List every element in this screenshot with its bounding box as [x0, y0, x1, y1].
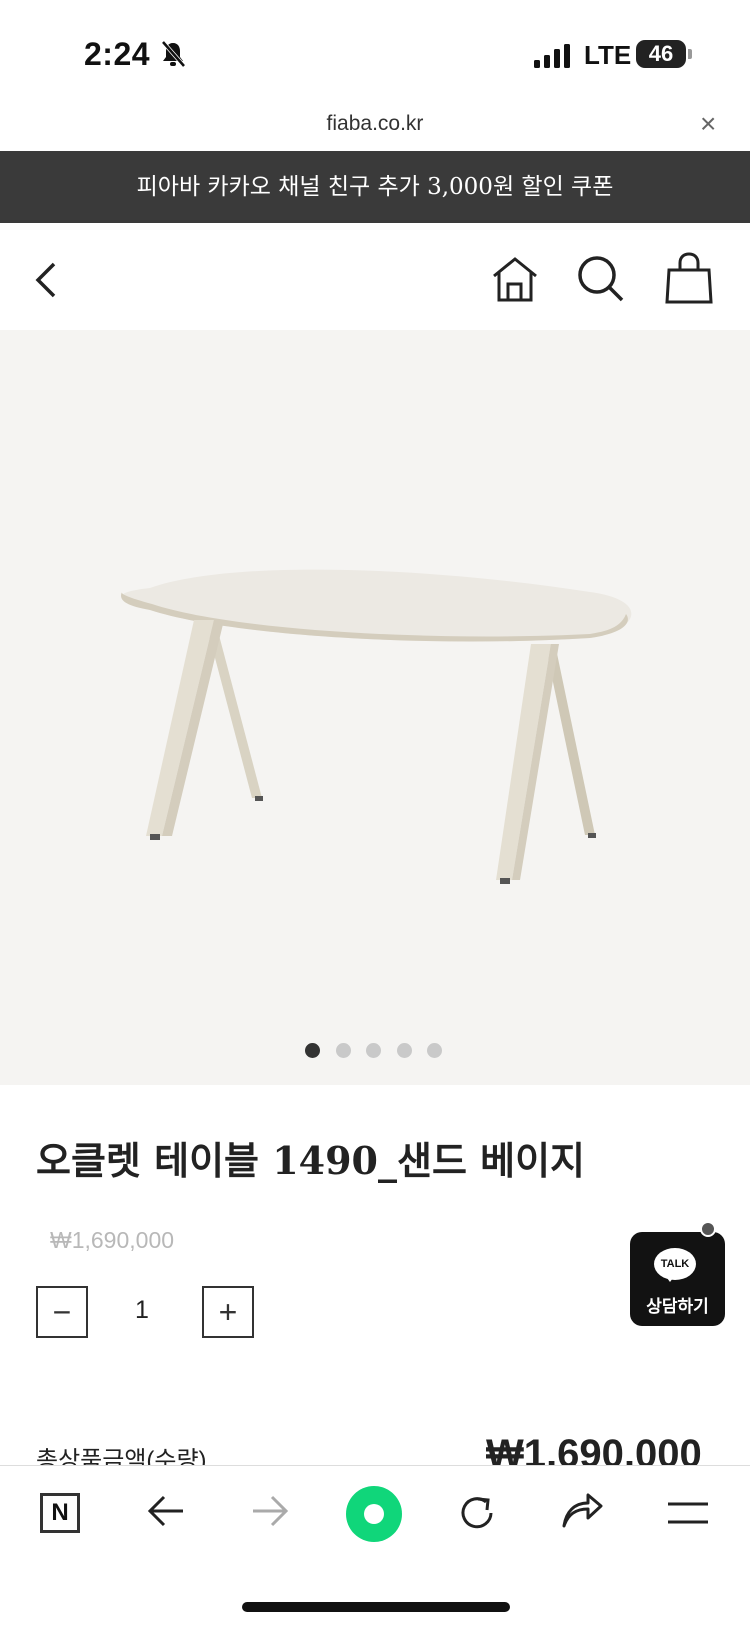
gallery-dot-5[interactable]: [427, 1043, 442, 1058]
close-icon[interactable]: ×: [700, 108, 716, 140]
green-dot-inner-icon: [364, 1504, 384, 1524]
home-icon[interactable]: [490, 254, 540, 304]
back-arrow-icon[interactable]: [32, 260, 60, 300]
gallery-dot-4[interactable]: [397, 1043, 412, 1058]
home-indicator[interactable]: [242, 1602, 510, 1612]
browser-forward-icon[interactable]: [250, 1494, 290, 1528]
talk-button-badge: [700, 1221, 716, 1237]
browser-back-icon[interactable]: [146, 1494, 186, 1528]
product-image[interactable]: [0, 330, 750, 1085]
gallery-dot-1[interactable]: [305, 1043, 320, 1058]
network-type: LTE: [584, 40, 632, 70]
signal-icon: [534, 44, 570, 68]
promo-banner[interactable]: 피아바 카카오 채널 친구 추가 3,000원 할인 쿠폰: [0, 151, 750, 223]
url-bar[interactable]: fiaba.co.kr: [0, 112, 750, 136]
status-time: 2:24: [84, 36, 151, 72]
battery-icon: 46: [636, 40, 686, 68]
battery-tip: [688, 49, 692, 59]
talk-bubble-tail: [664, 1274, 676, 1282]
shopping-bag-icon[interactable]: [664, 252, 714, 304]
menu-icon[interactable]: [666, 1500, 710, 1526]
quantity-decrease-button[interactable]: −: [36, 1286, 88, 1338]
bell-muted-icon: [161, 40, 186, 68]
naver-home-button[interactable]: N: [40, 1493, 80, 1533]
product-price: ₩1,690,000: [50, 1227, 175, 1253]
gallery-dot-3[interactable]: [366, 1043, 381, 1058]
talk-button-label: 상담하기: [646, 1297, 709, 1316]
gallery-dot-2[interactable]: [336, 1043, 351, 1058]
reload-icon[interactable]: [456, 1492, 498, 1534]
search-icon[interactable]: [576, 254, 626, 304]
product-title: 오클렛 테이블 1490_샌드 베이지: [36, 1138, 586, 1183]
quantity-increase-button[interactable]: +: [202, 1286, 254, 1338]
quantity-value[interactable]: 1: [118, 1296, 166, 1325]
share-icon[interactable]: [560, 1492, 604, 1532]
table-illustration: [121, 569, 632, 884]
